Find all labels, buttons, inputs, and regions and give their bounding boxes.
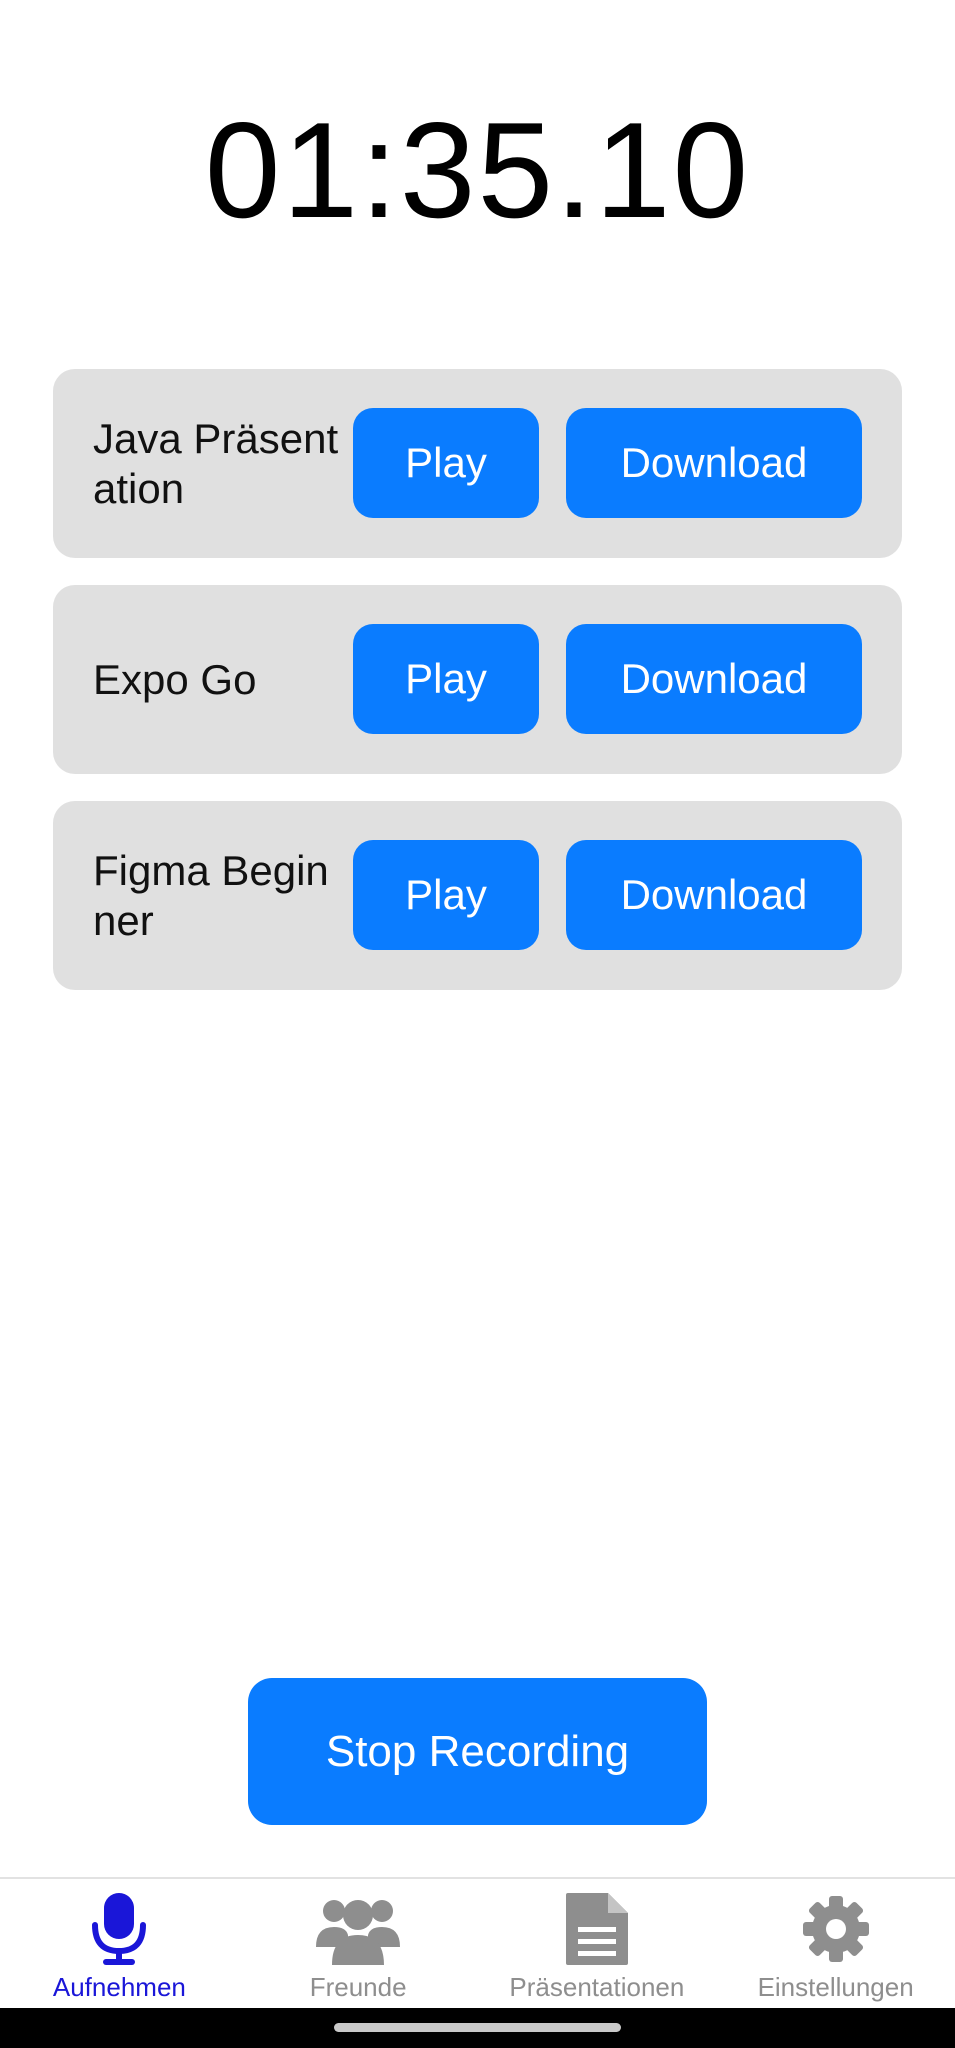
tab-praesentationen[interactable]: Präsentationen [478,1879,717,2009]
download-button[interactable]: Download [566,840,862,950]
play-button[interactable]: Play [353,624,539,734]
gear-icon [716,1889,955,1969]
tab-label: Aufnehmen [52,1972,186,2002]
document-icon [478,1889,717,1969]
recording-card: Figma Beginner Play Download [53,801,902,990]
recording-timer: 01:35.10 [204,94,751,246]
friends-icon [239,1889,478,1969]
tab-einstellungen[interactable]: Einstellungen [716,1879,955,2009]
system-navigation-bar [0,2008,955,2048]
recording-title: Expo Go [93,655,257,703]
tab-label: Freunde [309,1972,407,2002]
recording-card: Expo Go Play Download [53,585,902,774]
home-indicator[interactable] [334,2023,621,2032]
download-button[interactable]: Download [566,408,862,518]
download-button[interactable]: Download [566,624,862,734]
tab-label: Einstellungen [757,1972,914,2002]
bottom-tab-bar: Aufnehmen Freunde Präsentationen Einstel… [0,1877,955,2009]
play-button[interactable]: Play [353,408,539,518]
tab-freunde[interactable]: Freunde [239,1879,478,2009]
tab-aufnehmen[interactable]: Aufnehmen [0,1879,239,2009]
tab-label: Präsentationen [509,1972,685,2002]
microphone-icon [0,1889,239,1969]
recordings-list: Java Präsentation Play Download Expo Go … [53,369,902,1017]
stop-recording-button[interactable]: Stop Recording [248,1678,707,1825]
recording-title: Figma Beginner [93,846,329,944]
play-button[interactable]: Play [353,840,539,950]
recording-card: Java Präsentation Play Download [53,369,902,558]
recording-title: Java Präsentation [93,414,339,512]
